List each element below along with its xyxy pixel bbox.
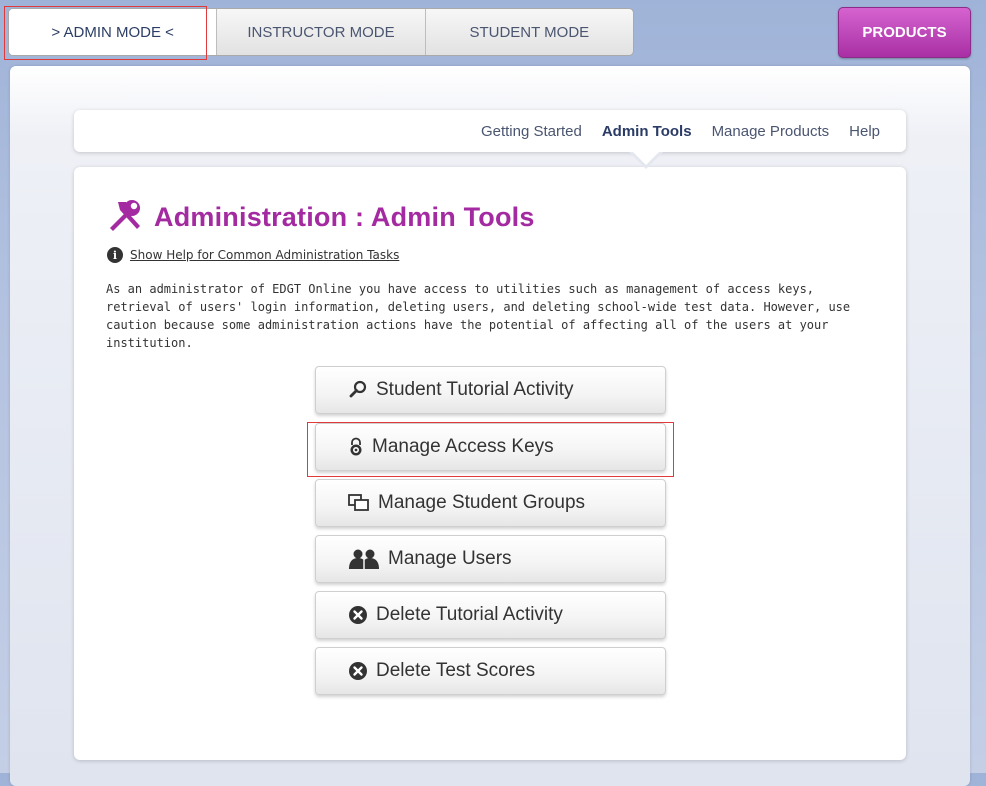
student-tutorial-activity-button[interactable]: Student Tutorial Activity <box>315 366 666 414</box>
manage-access-keys-label: Manage Access Keys <box>372 436 554 457</box>
manage-users-label: Manage Users <box>388 548 512 569</box>
page-description: As an administrator of EDGT Online you h… <box>106 282 851 350</box>
help-link-text[interactable]: Show Help for Common Administration Task… <box>130 248 399 262</box>
delete-tutorial-activity-label: Delete Tutorial Activity <box>376 604 563 625</box>
delete-circle-icon <box>348 605 368 625</box>
manage-student-groups-label: Manage Student Groups <box>378 492 586 513</box>
copy-icon <box>348 494 370 512</box>
users-icon <box>348 549 380 569</box>
tab-student-mode-label: STUDENT MODE <box>469 23 590 41</box>
nav-help[interactable]: Help <box>849 123 880 140</box>
nav-manage-products[interactable]: Manage Products <box>712 123 830 140</box>
nav-getting-started[interactable]: Getting Started <box>481 123 582 140</box>
page-title: Administration : Admin Tools <box>106 198 535 237</box>
manage-access-keys-button[interactable]: Manage Access Keys <box>315 423 666 471</box>
tools-icon <box>106 198 144 237</box>
delete-test-scores-button[interactable]: Delete Test Scores <box>315 647 666 695</box>
tab-admin-mode-label: > ADMIN MODE < <box>51 23 174 41</box>
help-toggle[interactable]: i Show Help for Common Administration Ta… <box>107 247 399 263</box>
tab-student-mode[interactable]: STUDENT MODE <box>426 9 633 55</box>
info-icon: i <box>107 247 123 263</box>
manage-users-button[interactable]: Manage Users <box>315 535 666 583</box>
sub-navigation: Getting Started Admin Tools Manage Produ… <box>74 110 906 152</box>
student-tutorial-activity-label: Student Tutorial Activity <box>376 379 574 400</box>
mode-switcher: > ADMIN MODE < INSTRUCTOR MODE STUDENT M… <box>8 8 634 56</box>
nav-admin-tools[interactable]: Admin Tools <box>602 123 692 140</box>
tab-admin-mode[interactable]: > ADMIN MODE < <box>9 9 218 55</box>
products-button-label: PRODUCTS <box>862 24 947 41</box>
lock-icon <box>348 437 364 457</box>
tab-instructor-mode[interactable]: INSTRUCTOR MODE <box>217 9 426 55</box>
search-icon <box>348 380 368 400</box>
products-button[interactable]: PRODUCTS <box>838 7 971 58</box>
nav-pointer-inner <box>632 151 660 165</box>
manage-student-groups-button[interactable]: Manage Student Groups <box>315 479 666 527</box>
page-title-text: Administration : Admin Tools <box>154 202 535 232</box>
delete-tutorial-activity-button[interactable]: Delete Tutorial Activity <box>315 591 666 639</box>
delete-circle-icon <box>348 661 368 681</box>
tab-instructor-mode-label: INSTRUCTOR MODE <box>247 23 395 41</box>
delete-test-scores-label: Delete Test Scores <box>376 660 536 681</box>
